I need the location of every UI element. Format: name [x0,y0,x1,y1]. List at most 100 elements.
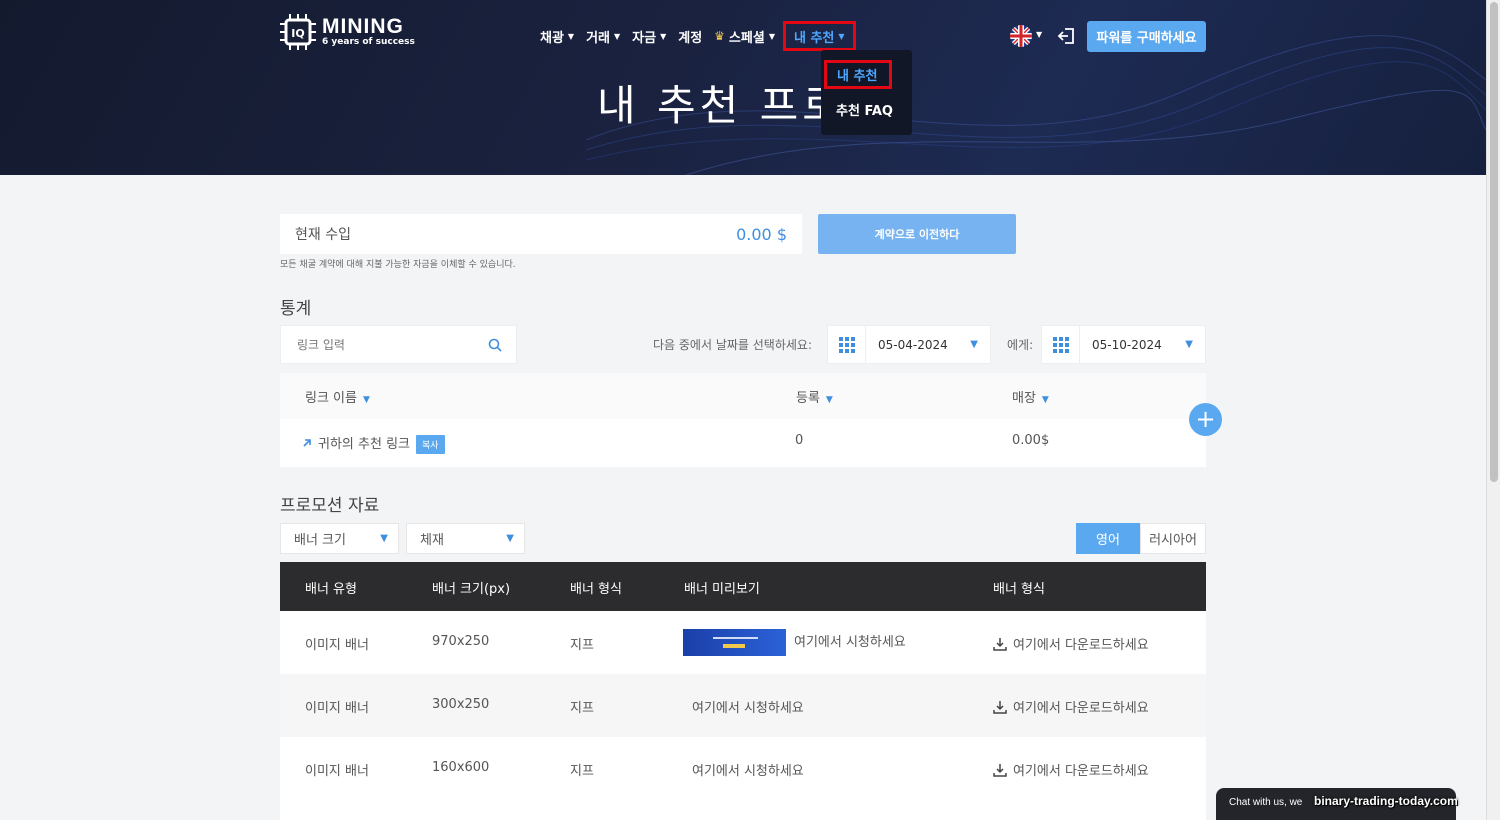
current-income-box: 현재 수입 0.00 $ [280,214,802,254]
date-range-label: 다음 중에서 날짜를 선택하세요: [653,338,813,352]
chat-label: Chat with us, we [1229,797,1303,808]
banner-type: 이미지 배너 [305,764,369,779]
banner-preview-link[interactable]: 여기에서 시청하세요 [692,760,804,779]
banner-type: 이미지 배너 [305,701,369,716]
column-label: 링크 이름 [305,391,357,406]
date-to-picker[interactable]: 05-10-2024 ▼ [1041,325,1206,364]
nav-mining[interactable]: 채광 ▼ [540,27,574,46]
select-value: 배너 크기 [294,533,346,548]
search-icon[interactable] [488,338,502,352]
logout-icon[interactable] [1057,26,1077,46]
sort-icon: ▼ [362,395,370,405]
download-link[interactable]: 여기에서 다운로드하세요 [993,634,1149,653]
caret-down-icon: ▼ [567,31,575,41]
download-link[interactable]: 여기에서 다운로드하세요 [993,760,1149,779]
column-banner-preview: 배너 미리보기 [684,582,760,597]
banner-format: 지프 [570,701,594,716]
banner-format: 지프 [570,638,594,653]
menu-item-referral-faq[interactable]: 추천 FAQ [836,100,893,119]
select-value: 체재 [420,533,444,548]
nav-special[interactable]: ♛ 스페셜 ▼ [714,27,775,46]
nav-label: 채광 [540,30,564,46]
page-title: 내 추천 프로그램 [597,81,821,130]
calendar-grid-icon [1042,326,1080,363]
logo-name: MINING [322,15,404,38]
caret-down-icon: ▼ [970,339,978,350]
column-sales[interactable]: 매장 ▼ [1012,387,1049,406]
download-link[interactable]: 여기에서 다운로드하세요 [993,697,1149,716]
add-link-button[interactable]: + [1189,403,1222,436]
banner-thumbnail [683,629,786,656]
column-registrations[interactable]: 등록 ▼ [796,387,833,406]
income-value: 0.00 $ [736,224,787,244]
banner-preview-link[interactable]: 여기에서 시청하세요 [683,629,906,656]
menu-item-my-referral[interactable]: 내 추천 [824,60,892,89]
referral-dropdown-menu: 내 추천 추천 FAQ [821,50,912,135]
date-from-picker[interactable]: 05-04-2024 ▼ [827,325,991,364]
stats-title: 통계 [280,299,312,319]
banner-type: 이미지 배너 [305,638,369,653]
calendar-grid-icon [828,326,866,363]
column-link-name[interactable]: 링크 이름 ▼ [305,387,370,406]
caret-down-icon: ▼ [506,533,514,544]
caret-down-icon[interactable]: ▼ [1036,30,1042,39]
lang-russian-button[interactable]: 러시아어 [1140,523,1206,554]
banner-format: 지프 [570,764,594,779]
column-label: 매장 [1012,391,1036,406]
caret-down-icon: ▼ [838,31,845,41]
banner-preview-link[interactable]: 여기에서 시청하세요 [692,697,804,716]
nav-label: 자금 [632,30,657,46]
lang-english-button[interactable]: 영어 [1076,523,1140,554]
svg-text:IQ: IQ [291,27,304,40]
income-note: 모든 채굴 계약에 대해 지불 가능한 자금을 이체할 수 있습니다. [280,260,516,270]
date-to-label: 에게: [1007,338,1034,352]
promo-title: 프로모션 자료 [280,496,380,516]
banner-table: 배너 유형 배너 크기(px) 배너 형식 배너 미리보기 배너 형식 이미지 … [280,562,1206,820]
banner-size: 160x600 [432,760,490,775]
page-scrollbar[interactable] [1486,0,1500,820]
caret-down-icon: ▼ [380,533,388,544]
table-row: 이미지 배너 970x250 지프 여기에서 시청하세요 여기에서 다운로드하세… [280,611,1206,674]
scrollbar-thumb[interactable] [1490,2,1498,482]
date-from-value: 05-04-2024 [878,337,948,352]
column-banner-size: 배너 크기(px) [432,582,511,597]
transfer-to-contract-button[interactable]: 계약으로 이전하다 [818,214,1016,254]
caret-down-icon: ▼ [768,31,775,41]
banner-size-select[interactable]: 배너 크기 ▼ [280,523,399,554]
nav-account[interactable]: 계정 [678,27,702,46]
link-search-input[interactable] [297,337,467,352]
download-label: 여기에서 다운로드하세요 [1013,764,1149,779]
referral-link-cell[interactable]: 귀하의 추천 링크 복사 [302,433,445,454]
caret-down-icon: ▼ [1185,339,1193,350]
table-row: 귀하의 추천 링크 복사 0 0.00$ [280,419,1206,467]
download-label: 여기에서 다운로드하세요 [1013,638,1149,653]
date-to-value: 05-10-2024 [1092,337,1162,352]
link-name: 귀하의 추천 링크 [318,437,410,452]
preview-label: 여기에서 시청하세요 [794,635,906,650]
media-select[interactable]: 체재 ▼ [406,523,525,554]
sales-value: 0.00$ [1012,433,1050,448]
sort-icon: ▼ [1041,395,1049,405]
logo-tagline: 6 years of success [322,37,415,47]
download-label: 여기에서 다운로드하세요 [1013,701,1149,716]
watermark: binary-trading-today.com [1314,794,1458,808]
uk-flag-icon[interactable] [1010,25,1032,47]
copy-button[interactable]: 복사 [416,435,445,454]
download-icon [993,764,1007,777]
logo[interactable]: IQ MINING 6 years of success [280,14,415,50]
table-header: 링크 이름 ▼ 등록 ▼ 매장 ▼ [280,373,1206,419]
table-header: 배너 유형 배너 크기(px) 배너 형식 배너 미리보기 배너 형식 [280,562,1206,611]
column-banner-format: 배너 형식 [570,582,622,597]
nav-my-referral[interactable]: 내 추천 ▼ [782,21,856,51]
buy-power-button[interactable]: 파워를 구매하세요 [1087,21,1206,52]
nav-funds[interactable]: 자금 ▼ [632,27,666,46]
arrow-up-right-icon [303,439,311,447]
caret-down-icon: ▼ [660,31,667,41]
main-nav: 채광 ▼ 거래 ▼ 자금 ▼ 계정 ♛ 스페셜 ▼ 내 추천 ▼ [540,21,868,51]
nav-trading[interactable]: 거래 ▼ [586,27,620,46]
nav-label: 내 추천 [793,30,835,46]
registrations-value: 0 [795,433,804,448]
link-search-box [280,325,517,364]
nav-label: 거래 [586,30,610,46]
nav-label: 스페셜 [728,30,765,46]
